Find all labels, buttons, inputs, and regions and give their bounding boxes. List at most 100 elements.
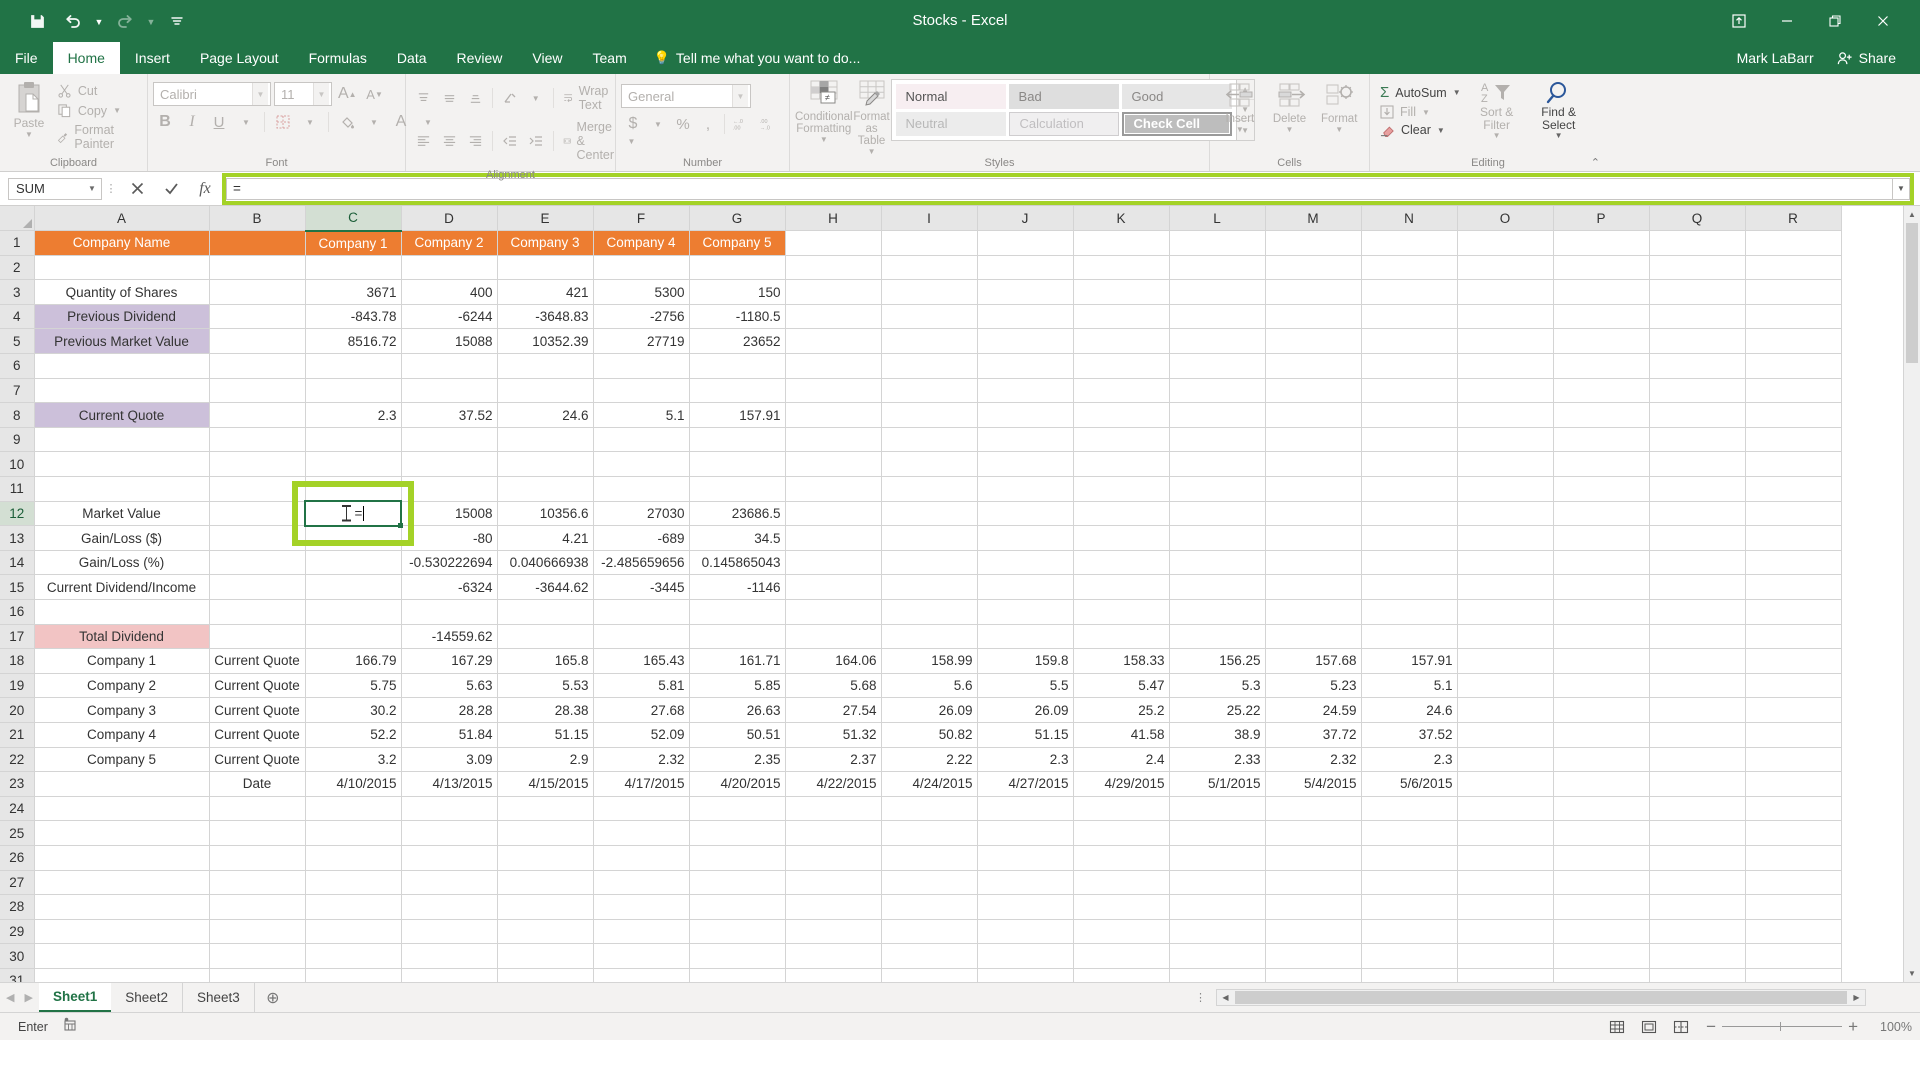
cell-E13[interactable]: 4.21 [497,525,594,551]
cell-R23[interactable] [1745,771,1842,797]
cell-L2[interactable] [1169,255,1266,281]
cell-C11[interactable] [305,476,402,502]
cell-B27[interactable] [209,870,306,896]
cell-K26[interactable] [1073,845,1170,871]
cell-O1[interactable] [1457,230,1554,256]
cell-L10[interactable] [1169,451,1266,478]
cell-O11[interactable] [1457,476,1554,502]
cell-I1[interactable] [881,230,978,256]
cell-D3[interactable]: 400 [401,279,498,305]
underline-button[interactable]: U [207,110,231,134]
cell-R15[interactable] [1745,574,1842,600]
cell-B24[interactable] [209,796,306,822]
cell-K23[interactable]: 4/29/2015 [1073,771,1170,797]
cell-A16[interactable] [34,599,210,625]
cell-P30[interactable] [1553,943,1650,969]
cell-N7[interactable] [1361,378,1458,404]
cell-K22[interactable]: 2.4 [1073,747,1170,773]
expand-formula-bar-icon[interactable]: ▼ [1892,177,1910,200]
cell-K28[interactable] [1073,894,1170,920]
cell-L14[interactable] [1169,550,1266,576]
cell-P25[interactable] [1553,820,1650,846]
cell-N14[interactable] [1361,550,1458,576]
formula-bar-resize-handle[interactable]: ⋮ [102,182,120,195]
cell-M28[interactable] [1265,894,1362,920]
row-header-26[interactable]: 26 [0,845,35,871]
cell-N4[interactable] [1361,304,1458,330]
cell-J7[interactable] [977,378,1074,404]
cell-G5[interactable]: 23652 [689,328,786,355]
cell-B20[interactable]: Current Quote [209,697,306,723]
cell-D24[interactable] [401,796,498,822]
cell-C10[interactable] [305,451,402,478]
cell-H25[interactable] [785,820,882,846]
cell-C23[interactable]: 4/10/2015 [305,771,402,797]
cell-N21[interactable]: 37.52 [1361,722,1458,748]
cell-P17[interactable] [1553,624,1650,650]
horizontal-scrollbar[interactable]: ◀ ▶ [1216,989,1866,1006]
cell-G22[interactable]: 2.35 [689,747,786,773]
cell-R1[interactable] [1745,230,1842,256]
cell-F6[interactable] [593,353,690,379]
cell-D31[interactable] [401,968,498,982]
cell-Q16[interactable] [1649,599,1746,625]
increase-font-size-button[interactable]: A ▲ [335,82,360,106]
insert-dropdown-icon[interactable]: ▼ [1236,125,1244,134]
cell-B1[interactable] [209,230,306,256]
cell-H24[interactable] [785,796,882,822]
cell-P5[interactable] [1553,328,1650,355]
cell-Q11[interactable] [1649,476,1746,502]
cell-A27[interactable] [34,870,210,896]
cell-B13[interactable] [209,525,306,551]
cell-D23[interactable]: 4/13/2015 [401,771,498,797]
cell-P29[interactable] [1553,919,1650,945]
cell-O14[interactable] [1457,550,1554,576]
cell-J31[interactable] [977,968,1074,982]
cell-J14[interactable] [977,550,1074,576]
cell-I14[interactable] [881,550,978,576]
cell-N23[interactable]: 5/6/2015 [1361,771,1458,797]
cell-H9[interactable] [785,427,882,453]
share-button[interactable]: Share [1828,47,1904,70]
cell-N28[interactable] [1361,894,1458,920]
tab-formulas[interactable]: Formulas [294,42,382,74]
cell-J15[interactable] [977,574,1074,600]
cell-G20[interactable]: 26.63 [689,697,786,723]
cell-O5[interactable] [1457,328,1554,355]
cell-G30[interactable] [689,943,786,969]
vertical-scrollbar[interactable]: ▲ ▼ [1903,206,1920,982]
orientation-button[interactable] [498,86,522,110]
cell-B3[interactable] [209,279,306,305]
cell-J18[interactable]: 159.8 [977,648,1074,674]
row-header-31[interactable]: 31 [0,968,35,982]
cell-K1[interactable] [1073,230,1170,256]
cell-A21[interactable]: Company 4 [34,722,210,748]
cell-E8[interactable]: 24.6 [497,402,594,428]
cell-G11[interactable] [689,476,786,502]
cell-P18[interactable] [1553,648,1650,674]
cell-B7[interactable] [209,378,306,404]
cell-P4[interactable] [1553,304,1650,330]
cell-C31[interactable] [305,968,402,982]
cell-E6[interactable] [497,353,594,379]
cell-L9[interactable] [1169,427,1266,453]
orientation-dropdown-icon[interactable]: ▼ [524,86,548,110]
cell-D8[interactable]: 37.52 [401,402,498,428]
cell-E21[interactable]: 51.15 [497,722,594,748]
cell-J8[interactable] [977,402,1074,428]
cell-A17[interactable]: Total Dividend [34,624,210,650]
cell-D6[interactable] [401,353,498,379]
cell-I25[interactable] [881,820,978,846]
cell-L21[interactable]: 38.9 [1169,722,1266,748]
cell-B21[interactable]: Current Quote [209,722,306,748]
cell-C30[interactable] [305,943,402,969]
clear-button[interactable]: Clear ▼ [1375,122,1466,138]
column-header-a[interactable]: A [34,206,210,232]
cell-E9[interactable] [497,427,594,453]
cell-J3[interactable] [977,279,1074,305]
tab-review[interactable]: Review [442,42,518,74]
column-header-b[interactable]: B [209,206,306,232]
name-box[interactable]: SUM ▼ [8,177,102,200]
cancel-formula-button[interactable] [120,177,154,201]
cell-F25[interactable] [593,820,690,846]
